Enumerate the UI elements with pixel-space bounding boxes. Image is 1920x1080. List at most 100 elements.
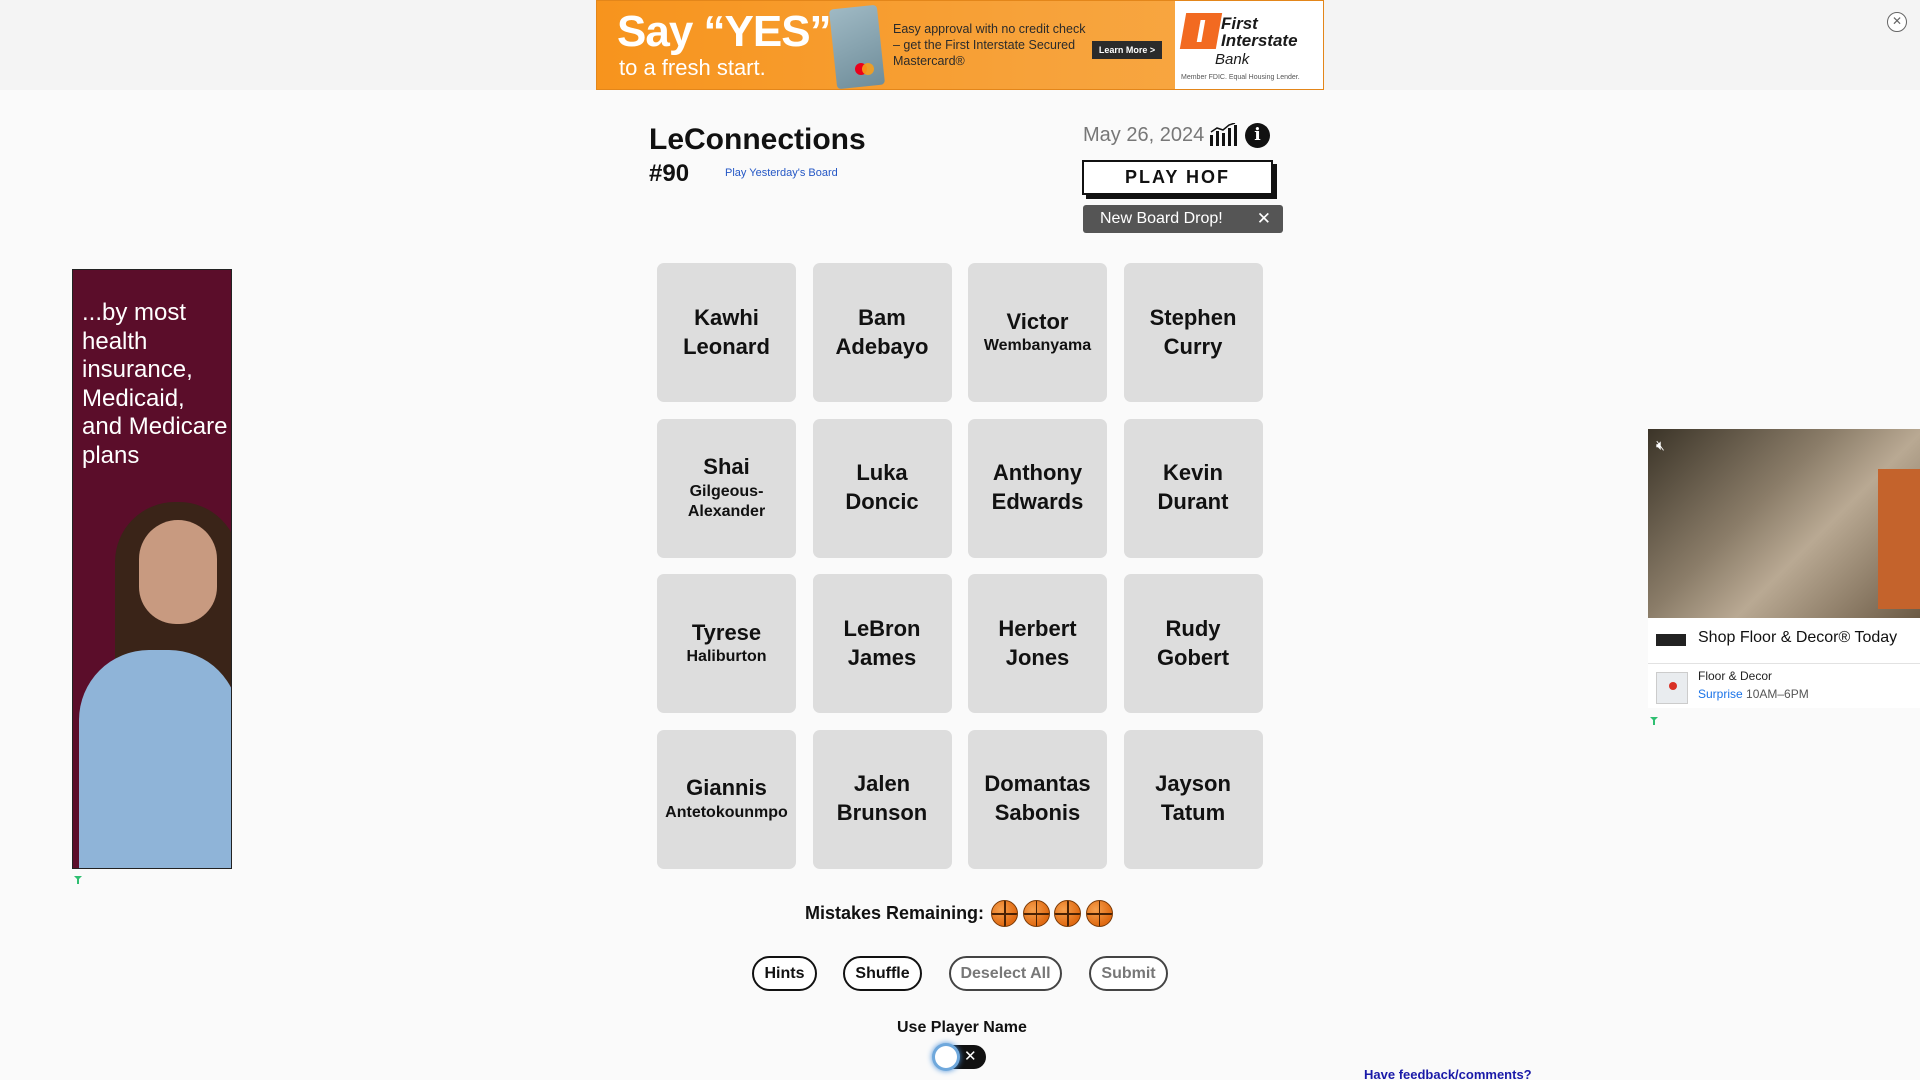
ad-person-face — [139, 520, 217, 624]
store-hours: Surprise 10AM–6PM — [1698, 687, 1809, 701]
player-tile[interactable]: Herbert Jones — [968, 574, 1107, 713]
player-first-name: Bam — [858, 304, 906, 330]
store-location[interactable]: Surprise — [1698, 687, 1743, 701]
player-tile[interactable]: Jalen Brunson — [812, 729, 952, 869]
player-tile[interactable]: LeBron James — [812, 574, 952, 713]
toast-text: New Board Drop! — [1100, 210, 1223, 227]
player-first-name: Luka — [856, 460, 908, 486]
puzzle-date: May 26, 2024 — [1083, 124, 1205, 146]
player-last-name: Tatum — [1160, 800, 1226, 825]
shuffle-button[interactable]: Shuffle — [843, 956, 922, 991]
player-tile[interactable]: Bam Adebayo — [812, 263, 952, 402]
player-last-name: Adebayo — [835, 333, 929, 359]
player-tile[interactable]: Tyrese Haliburton — [657, 574, 796, 713]
player-first-name: Jalen — [853, 771, 911, 797]
player-last-name: Leonard — [683, 333, 770, 359]
submit-button[interactable]: Submit — [1089, 956, 1168, 991]
basketball-icon — [1022, 900, 1050, 927]
right-sidebar-ad[interactable]: 🔇︎ Shop Floor & Decor® Today Floor & Dec… — [1648, 429, 1920, 708]
player-tile[interactable]: Domantas Sabonis — [968, 729, 1107, 869]
player-first-name: Herbert — [998, 615, 1077, 641]
player-last-name: Curry — [1163, 333, 1223, 359]
basketball-icon — [1085, 900, 1113, 927]
player-last-name: Edwards — [991, 489, 1084, 514]
left-ad-text: ...by most health insurance, Medicaid, a… — [82, 299, 228, 469]
player-last-name: Wembanyama — [983, 337, 1092, 355]
player-first-name: Kawhi — [694, 304, 759, 330]
close-icon[interactable]: ✕ — [1887, 12, 1907, 32]
play-yesterday-link[interactable]: Play Yesterday's Board — [725, 167, 838, 179]
player-first-name: LeBron — [843, 615, 921, 641]
player-last-name: Durant — [1157, 489, 1229, 514]
player-tile[interactable]: Giannis Antetokounmpo — [657, 729, 796, 869]
player-last-name: Sabonis — [994, 800, 1081, 825]
floor-decor-logo — [1656, 634, 1686, 646]
mastercard-logo-secondary — [862, 63, 874, 75]
player-first-name: Jayson — [1155, 771, 1231, 797]
basketball-icon — [1054, 900, 1081, 927]
deselect-all-button[interactable]: Deselect All — [949, 956, 1062, 991]
player-first-name: Giannis — [686, 775, 767, 801]
bar-chart-icon[interactable] — [1209, 123, 1237, 147]
store-name: Floor & Decor — [1698, 669, 1773, 683]
player-first-name: Victor — [1006, 308, 1069, 334]
player-tile[interactable]: Shai Gilgeous-Alexander — [657, 418, 796, 558]
close-icon[interactable]: ✕ — [1257, 205, 1271, 233]
player-last-name: Brunson — [836, 800, 928, 825]
new-board-toast: New Board Drop! ✕ — [1083, 205, 1283, 233]
player-first-name: Anthony — [992, 460, 1083, 486]
player-tile[interactable]: Jayson Tatum — [1123, 729, 1263, 869]
player-last-name: Gobert — [1156, 644, 1230, 670]
player-first-name: Kevin — [1163, 460, 1223, 486]
player-tile[interactable]: Luka Doncic — [812, 418, 952, 558]
ad-learn-more-button[interactable]: Learn More > — [1092, 41, 1162, 59]
player-last-name: Haliburton — [686, 648, 767, 666]
ad-photo: 🔇︎ — [1648, 429, 1920, 618]
mistakes-label: Mistakes Remaining: — [805, 903, 985, 923]
player-first-name: Domantas — [984, 771, 1091, 797]
player-last-name: Antetokounmpo — [665, 803, 788, 821]
player-name-toggle[interactable]: ✕ — [934, 1045, 986, 1069]
top-banner-ad[interactable]: Say “YES” to a fresh start. Easy approva… — [596, 0, 1324, 90]
player-first-name: Rudy — [1165, 615, 1221, 641]
player-tile[interactable]: Rudy Gobert — [1123, 574, 1263, 713]
bank-name: First Interstate — [1221, 14, 1298, 50]
ad-sofa-shape — [1878, 469, 1920, 609]
player-tile[interactable]: Kawhi Leonard — [657, 263, 796, 402]
player-tile[interactable]: Anthony Edwards — [968, 418, 1107, 558]
map-pin-icon — [1656, 672, 1688, 704]
ad-copy: Easy approval with no credit check – get… — [893, 22, 1086, 68]
player-first-name: Tyrese — [691, 619, 762, 645]
adchoices-icon[interactable] — [1649, 716, 1659, 726]
mute-icon[interactable]: 🔇︎ — [1656, 437, 1665, 454]
right-ad-headline[interactable]: Shop Floor & Decor® Today — [1698, 629, 1897, 647]
bank-sub: Bank — [1215, 51, 1250, 68]
credit-card-image — [828, 4, 886, 89]
player-last-name: Gilgeous-Alexander — [687, 482, 766, 521]
adchoices-icon[interactable] — [73, 875, 83, 885]
left-sidebar-ad[interactable]: ...by most health insurance, Medicaid, a… — [72, 269, 232, 869]
game-number: #90 — [649, 160, 690, 187]
feedback-link[interactable]: Have feedback/comments? — [1364, 1067, 1532, 1080]
player-tile[interactable]: Stephen Curry — [1123, 263, 1263, 402]
basketball-icon — [991, 900, 1018, 927]
player-first-name: Shai — [703, 453, 750, 479]
player-tile[interactable]: Kevin Durant — [1123, 418, 1263, 558]
divider — [1648, 663, 1920, 664]
page-title: LeConnections — [649, 123, 866, 156]
player-grid: Kawhi Leonard Bam Adebayo Victor Wembanyama St… — [657, 263, 1264, 869]
play-hof-button[interactable]: PLAY HOF — [1082, 160, 1273, 195]
close-icon: ✕ — [964, 1048, 977, 1065]
player-last-name: Doncic — [845, 489, 919, 514]
hints-button[interactable]: Hints — [752, 956, 817, 991]
info-icon[interactable]: i — [1245, 123, 1270, 148]
player-name-toggle-label: Use Player Name — [897, 1019, 1027, 1036]
player-last-name: Jones — [1005, 644, 1070, 670]
ad-subline: to a fresh start. — [619, 55, 766, 80]
player-tile[interactable]: Victor Wembanyama — [968, 263, 1107, 402]
bank-logo-mark: I — [1179, 13, 1223, 49]
ad-person-shirt — [79, 650, 231, 868]
bank-member-text: Member FDIC. Equal Housing Lender. — [1181, 74, 1300, 81]
player-first-name: Stephen — [1149, 304, 1237, 330]
player-last-name: James — [847, 644, 917, 670]
